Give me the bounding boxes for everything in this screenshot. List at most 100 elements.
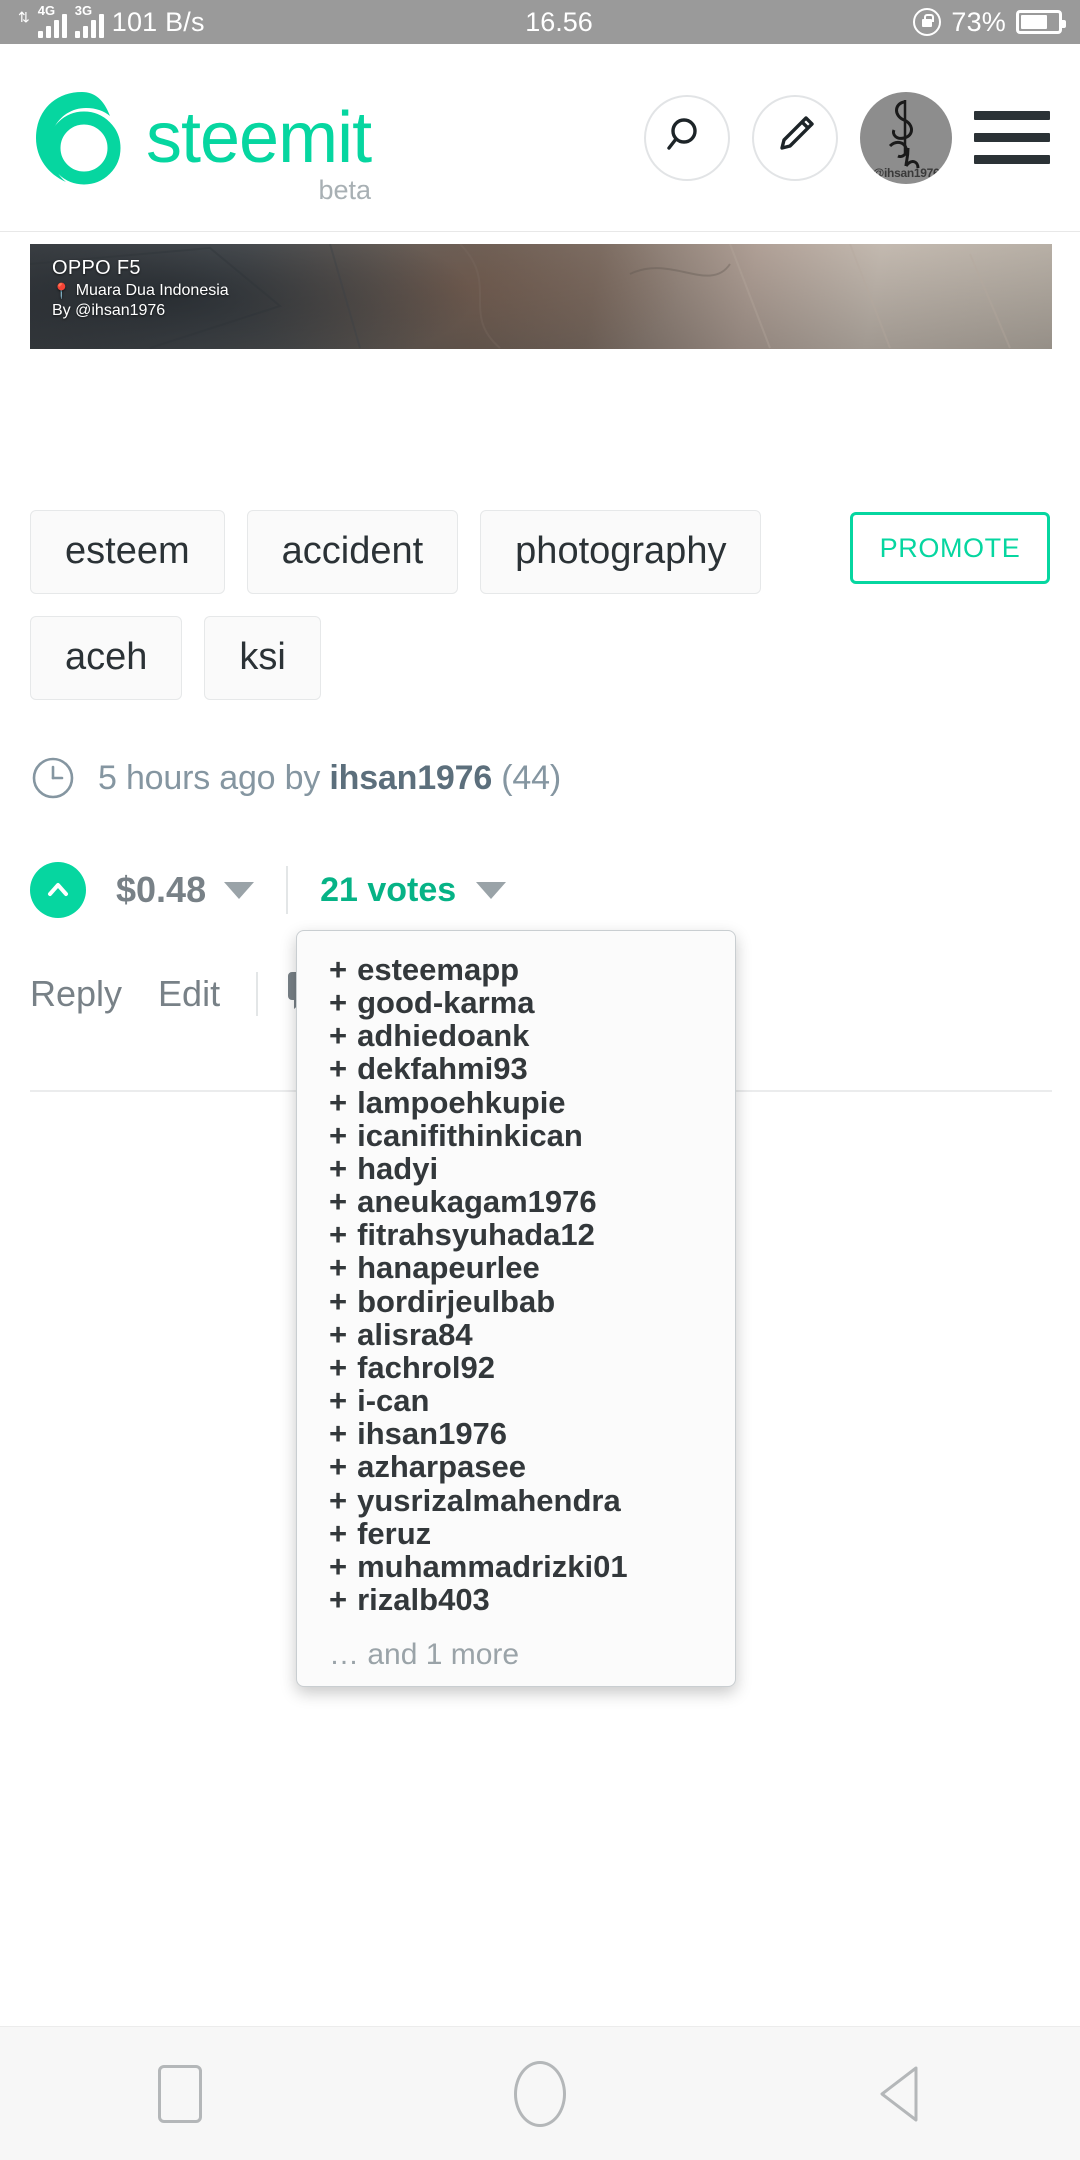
content-spacer <box>0 349 1080 510</box>
votes-count-label[interactable]: 21 votes <box>320 871 456 910</box>
compose-button[interactable] <box>752 94 838 181</box>
signal-strength-4g: 4G <box>37 4 67 38</box>
voter-item[interactable]: + feruz <box>297 1517 735 1550</box>
voter-prefix: + <box>329 952 348 987</box>
voter-prefix: + <box>329 1250 348 1286</box>
edit-button[interactable]: Edit <box>158 973 220 1015</box>
voter-prefix: + <box>329 1217 348 1253</box>
upvote-button[interactable] <box>30 862 86 918</box>
steemit-logo-icon <box>30 86 134 190</box>
upvote-chevron-icon <box>43 875 73 905</box>
voter-item[interactable]: + yusrizalmahendra <box>297 1482 735 1518</box>
voter-prefix: + <box>329 1416 348 1452</box>
voter-prefix: + <box>329 1581 348 1617</box>
reply-button[interactable]: Reply <box>30 973 122 1015</box>
voter-prefix: + <box>329 1515 348 1551</box>
post-timestamp: 5 hours ago by ihsan1976 (44) <box>98 759 561 798</box>
payout-chevron-down-icon[interactable] <box>224 881 255 899</box>
rotation-lock-icon <box>913 8 942 36</box>
voter-item[interactable]: + adhiedoank <box>297 1019 735 1052</box>
payout-amount[interactable]: $0.48 <box>116 869 206 911</box>
voter-name: feruz <box>357 1515 432 1551</box>
voter-name: i-can <box>357 1383 430 1419</box>
voter-name: alisra84 <box>357 1316 473 1352</box>
tag-chip[interactable]: esteem <box>30 510 225 594</box>
voter-name: good-karma <box>357 985 535 1021</box>
data-rate-label: 101 B/s <box>111 6 205 37</box>
voter-name: hadyi <box>357 1150 439 1186</box>
voter-item[interactable]: + esteemapp <box>297 953 735 986</box>
voter-item[interactable]: + lampoehkupie <box>297 1086 735 1119</box>
tag-chip[interactable]: aceh <box>30 615 183 700</box>
voter-item[interactable]: + bordirjeulbab <box>297 1283 735 1319</box>
voter-name: adhiedoank <box>357 1018 530 1054</box>
voter-name: bordirjeulbab <box>357 1283 556 1319</box>
voter-name: rizalb403 <box>357 1581 490 1617</box>
back-button[interactable] <box>810 2027 990 2160</box>
voter-name: fitrahsyuhada12 <box>357 1217 595 1253</box>
voter-item[interactable]: + alisra84 <box>297 1318 735 1351</box>
android-navigation-bar <box>0 2026 1080 2160</box>
voter-prefix: + <box>329 1548 348 1584</box>
avatar[interactable]: @ihsan1976 <box>860 91 952 184</box>
voter-name: dekfahmi93 <box>357 1051 528 1087</box>
voter-item[interactable]: + hadyi <box>297 1152 735 1185</box>
voter-item[interactable]: + good-karma <box>297 986 735 1019</box>
voter-prefix: + <box>329 1316 348 1352</box>
banner-byline: By @ihsan1976 <box>52 302 166 319</box>
voter-name: icanifithinkican <box>357 1117 583 1153</box>
banner-location-label: Muara Dua Indonesia <box>75 282 229 299</box>
back-triangle-icon <box>872 2062 928 2126</box>
recents-button[interactable] <box>90 2027 270 2160</box>
voters-popup: + esteemapp + good-karma + adhiedoank + dekf… <box>296 930 736 1688</box>
voter-name: fachrol92 <box>357 1349 495 1385</box>
home-button[interactable] <box>450 2027 630 2160</box>
author-link[interactable]: ihsan1976 <box>329 759 492 797</box>
post-banner-image[interactable]: OPPO F5 📍 Muara Dua Indonesia By @ihsan1… <box>30 244 1052 349</box>
time-ago-label: 5 hours ago by <box>98 758 330 797</box>
voters-more-label: … and 1 more <box>329 1638 520 1672</box>
app-header: steemit beta @ihsan1976 <box>0 44 1080 232</box>
tag-chip[interactable]: ksi <box>204 615 321 700</box>
home-circle-icon <box>514 2060 566 2127</box>
voter-item[interactable]: + hanapeurlee <box>297 1251 735 1284</box>
voter-item[interactable]: + rizalb403 <box>297 1583 735 1616</box>
banner-location: 📍 Muara Dua Indonesia <box>52 281 229 301</box>
author-reputation: (44) <box>492 758 561 797</box>
voter-item[interactable]: + icanifithinkican <box>297 1119 735 1152</box>
voter-prefix: + <box>329 1482 348 1518</box>
status-bar-right: 73% <box>913 6 1066 38</box>
voter-item[interactable]: + i-can <box>297 1384 735 1417</box>
voter-prefix: + <box>329 1150 348 1186</box>
search-button[interactable] <box>644 94 730 181</box>
pencil-icon <box>773 113 817 162</box>
battery-percent-label: 73% <box>951 6 1006 37</box>
brand-logo[interactable]: steemit beta <box>30 86 644 205</box>
tag-chip[interactable]: photography <box>480 510 762 594</box>
voter-item[interactable]: + azharpasee <box>297 1450 735 1483</box>
brand-beta-label: beta <box>318 174 372 205</box>
tag-chip[interactable]: accident <box>246 510 459 594</box>
voter-item[interactable]: + muhammadrizki01 <box>297 1550 735 1583</box>
votes-chevron-down-icon[interactable] <box>476 881 507 899</box>
clock-icon <box>30 755 76 801</box>
voter-item[interactable]: + fachrol92 <box>297 1351 735 1384</box>
voter-item[interactable]: + ihsan1976 <box>297 1417 735 1450</box>
promote-button[interactable]: PROMOTE <box>850 512 1050 584</box>
brand-name: steemit <box>146 97 372 178</box>
status-bar-left: ⇅ 4G 3G 101 B/s <box>18 4 205 38</box>
voter-prefix: + <box>329 1449 348 1485</box>
vote-divider <box>286 866 289 914</box>
action-divider <box>256 971 259 1016</box>
voter-item[interactable]: + aneukagam1976 <box>297 1185 735 1218</box>
voter-item[interactable]: + fitrahsyuhada12 <box>297 1218 735 1251</box>
tag-list: esteem accident photography aceh ksi <box>30 510 790 700</box>
data-transfer-arrows-icon: ⇅ <box>18 8 30 25</box>
hamburger-menu-icon[interactable] <box>974 111 1050 164</box>
vote-bar: $0.48 21 votes <box>30 862 507 918</box>
voter-item[interactable]: + dekfahmi93 <box>297 1052 735 1085</box>
voter-name: azharpasee <box>357 1449 526 1485</box>
voter-name: muhammadrizki01 <box>357 1548 628 1584</box>
voter-prefix: + <box>329 1349 348 1385</box>
voter-prefix: + <box>329 1283 348 1319</box>
